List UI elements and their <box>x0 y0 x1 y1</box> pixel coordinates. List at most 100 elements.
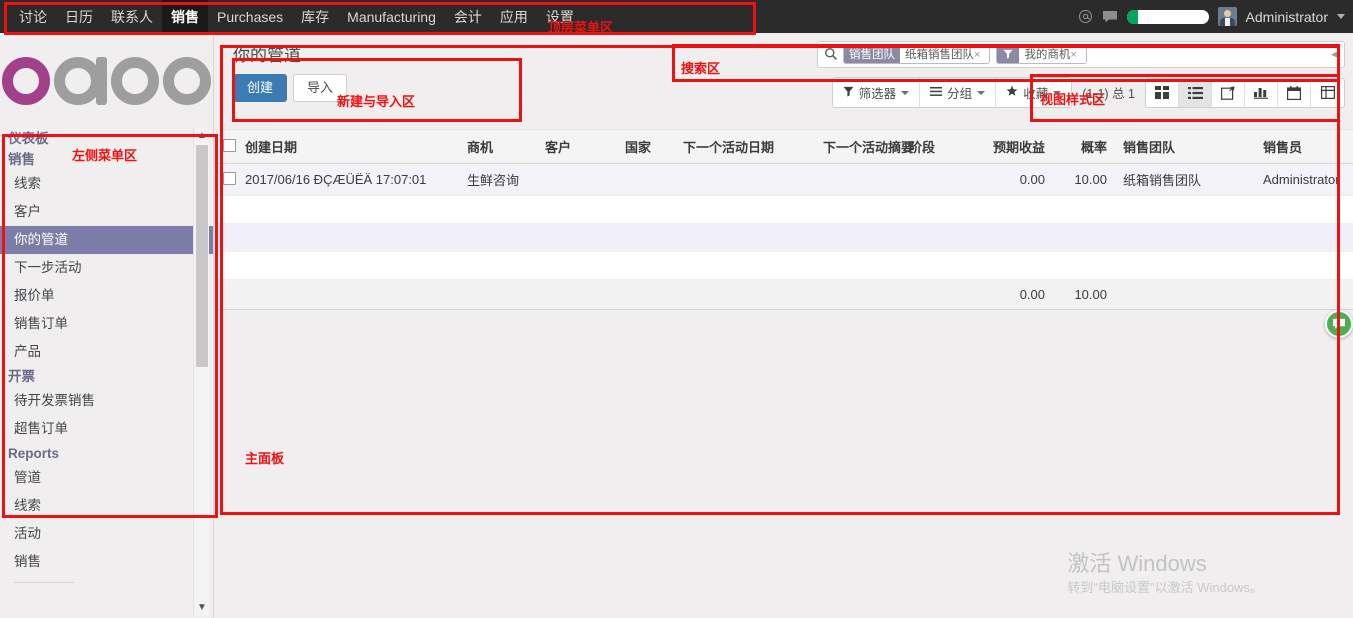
total-blank-cell <box>237 279 459 310</box>
close-icon[interactable]: × <box>1070 49 1080 61</box>
empty-cell <box>1053 251 1115 280</box>
top-menu-item-0[interactable]: 讨论 <box>10 0 56 33</box>
form-view-icon[interactable] <box>1212 78 1245 107</box>
top-menu-item-1[interactable]: 日历 <box>56 0 102 33</box>
sidebar-item-5[interactable]: 下一步活动 <box>0 254 213 282</box>
empty-cell <box>537 195 617 224</box>
avatar[interactable] <box>1217 7 1237 26</box>
empty-row <box>215 223 1353 252</box>
table-footer: 0.00 10.00 <box>215 279 1353 310</box>
filters-label: 筛选器 <box>858 87 897 101</box>
logo-ring-accent <box>2 56 50 105</box>
top-menu-item-7[interactable]: 会计 <box>445 0 491 33</box>
pivot-view-icon[interactable] <box>1311 79 1344 107</box>
row-select-cell[interactable] <box>215 163 237 196</box>
sidebar-scrollbar[interactable]: ▲ ▼ <box>193 128 209 616</box>
username-label[interactable]: Administrator <box>1246 9 1328 25</box>
close-icon[interactable]: × <box>974 49 984 61</box>
create-button[interactable]: 创建 <box>233 74 288 102</box>
search-facet-1[interactable]: 我的商机× <box>996 45 1087 64</box>
total-blank-cell <box>617 279 675 310</box>
column-header-3[interactable]: 国家 <box>617 129 675 164</box>
star-icon <box>1006 85 1018 100</box>
pager[interactable]: (1-1) 总 1 <box>1072 83 1145 102</box>
sidebar-item-15[interactable]: 活动 <box>0 520 213 548</box>
odoo-logo[interactable] <box>0 33 213 128</box>
row-checkbox[interactable] <box>223 171 236 185</box>
cell-opportunity: 生鲜咨询 <box>459 163 537 196</box>
sidebar-scroll-area: 仪表板 销售 线索 客户 你的管道 下一步活动 报价单 销售订单 产品 开票 待开发票销售 超售订单 R… <box>0 128 213 616</box>
column-header-2[interactable]: 客户 <box>537 129 617 164</box>
sidebar-item-7[interactable]: 销售订单 <box>0 310 213 338</box>
column-header-5[interactable]: 下一个活动摘要 <box>815 129 914 164</box>
column-header-6[interactable]: 阶段 <box>901 129 973 164</box>
top-menu-item-2[interactable]: 联系人 <box>102 0 162 33</box>
cell-next_activity_summary <box>815 163 901 196</box>
column-header-0[interactable]: 创建日期 <box>237 129 459 164</box>
sidebar-item-10[interactable]: 待开发票销售 <box>0 387 213 415</box>
list-view-icon[interactable] <box>1179 78 1212 107</box>
graph-view-icon[interactable] <box>1245 78 1278 107</box>
search-facet-value: 纸箱销售团队× <box>900 46 990 63</box>
search-expand-icon[interactable]: ◀ <box>1331 49 1338 60</box>
table-row[interactable]: 2017/06/16 ĐÇÆÜËÄ 17:07:01 生鲜咨询 0.00 10.00 纸… <box>215 163 1353 196</box>
filters-dropdown[interactable]: 筛选器 <box>833 78 921 107</box>
select-all-cell[interactable] <box>215 129 237 164</box>
column-header-9[interactable]: 销售团队 <box>1115 129 1255 164</box>
top-menu-item-9[interactable]: 设置 <box>537 0 583 33</box>
column-header-4[interactable]: 下一个活动日期 <box>675 129 815 164</box>
column-header-1[interactable]: 商机 <box>459 129 537 164</box>
top-menu-item-8[interactable]: 应用 <box>491 0 537 33</box>
scroll-up-arrow-icon[interactable]: ▲ <box>194 128 210 144</box>
chat-help-float-button[interactable] <box>1325 310 1353 338</box>
list-view-sheet: 创建日期 商机 客户 国家 下一个活动日期 下一个活动摘要 阶段 预期收益 概率 销售团队 销售员 … <box>215 129 1353 618</box>
chevron-down-icon <box>977 90 986 95</box>
empty-row <box>215 195 1353 224</box>
at-icon[interactable] <box>1078 9 1093 24</box>
topbar-right-tools: Administrator <box>1078 0 1353 33</box>
empty-cell <box>675 223 815 252</box>
list-lines-icon <box>930 86 943 100</box>
empty-cell <box>675 251 815 280</box>
column-header-8[interactable]: 概率 <box>1053 129 1115 164</box>
import-button[interactable]: 导入 <box>293 74 348 102</box>
empty-cell <box>537 223 617 252</box>
kanban-view-icon[interactable] <box>1146 78 1179 107</box>
sidebar-item-2[interactable]: 线索 <box>0 170 213 198</box>
column-header-7[interactable]: 预期收益 <box>973 129 1053 164</box>
sidebar-item-11[interactable]: 超售订单 <box>0 415 213 443</box>
sidebar-divider <box>14 582 74 583</box>
top-menu-item-6[interactable]: Manufacturing <box>338 0 445 33</box>
sidebar-item-4[interactable]: 你的管道 <box>0 226 213 254</box>
top-menu-item-4[interactable]: Purchases <box>208 0 292 33</box>
top-menu-item-3[interactable]: 销售 <box>162 0 208 33</box>
sidebar-item-8[interactable]: 产品 <box>0 338 213 366</box>
chevron-down-icon[interactable] <box>1337 14 1345 19</box>
chat-bubble-icon[interactable] <box>1102 10 1118 24</box>
top-menu-item-5[interactable]: 库存 <box>292 0 338 33</box>
sidebar-item-6[interactable]: 报价单 <box>0 282 213 310</box>
total-blank-cell <box>537 279 617 310</box>
column-header-10[interactable]: 销售员 <box>1255 129 1353 164</box>
empty-cell <box>901 195 973 224</box>
groupby-dropdown[interactable]: 分组 <box>920 78 997 107</box>
empty-cell <box>459 251 537 280</box>
sidebar-item-3[interactable]: 客户 <box>0 198 213 226</box>
empty-cell <box>901 251 973 280</box>
filter-group: 筛选器 分组 收藏 <box>831 77 1073 108</box>
sidebar-item-14[interactable]: 线索 <box>0 492 213 520</box>
select-all-checkbox[interactable] <box>223 138 236 152</box>
sidebar-item-13[interactable]: 管道 <box>0 464 213 492</box>
empty-cell <box>973 251 1053 280</box>
scroll-down-arrow-icon[interactable]: ▼ <box>194 600 210 616</box>
logo-ring-d <box>54 56 102 105</box>
scrollbar-thumb[interactable] <box>196 145 208 367</box>
search-facet-0[interactable]: 销售团队 纸箱销售团队× <box>843 45 991 64</box>
favorites-dropdown[interactable]: 收藏 <box>996 78 1071 107</box>
sidebar-item-16[interactable]: 销售 <box>0 548 213 576</box>
empty-cell <box>1255 251 1353 280</box>
empty-cell <box>215 195 237 224</box>
calendar-view-icon[interactable] <box>1278 78 1311 107</box>
search-view[interactable]: 销售团队 纸箱销售团队× 我的商机× ◀ <box>817 41 1345 68</box>
total-blank-cell <box>675 279 815 310</box>
